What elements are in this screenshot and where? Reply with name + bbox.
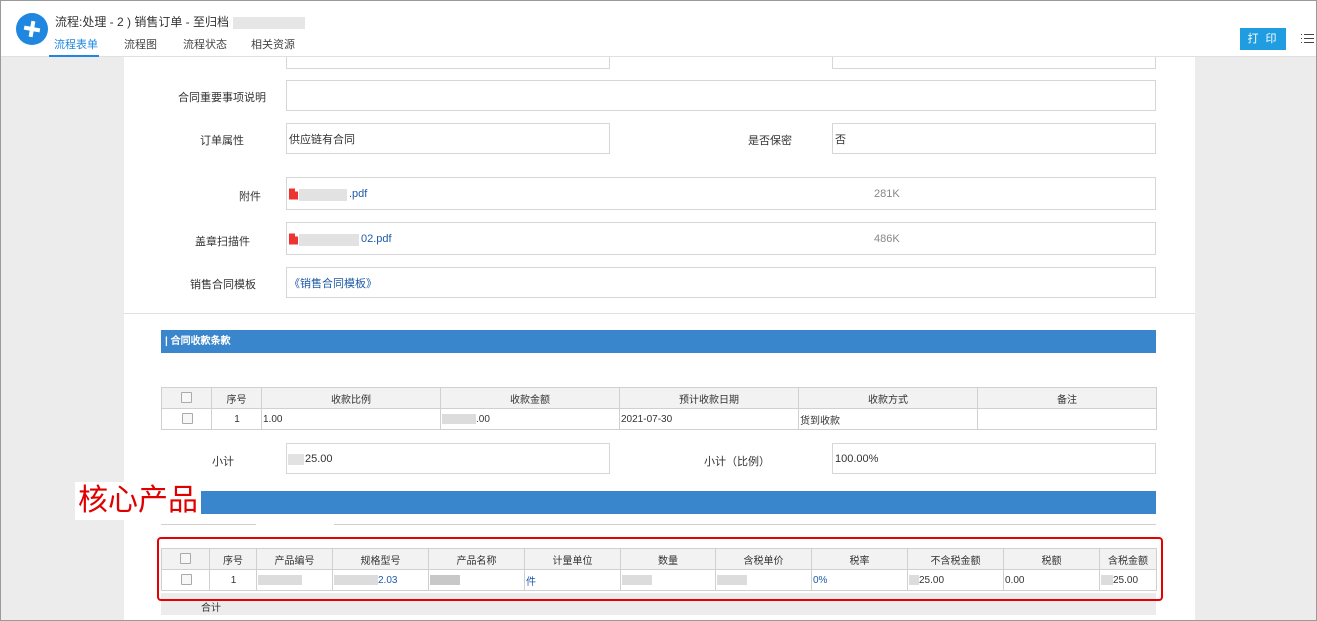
subtotal-field: 25.00 <box>286 443 610 474</box>
contract-note-field[interactable] <box>286 80 1156 111</box>
confidential-field[interactable]: 否 <box>832 123 1156 154</box>
logo-icon <box>23 20 41 38</box>
clipped-field-right <box>832 57 1156 69</box>
clipped-field-left <box>286 57 610 69</box>
tab-flow-status[interactable]: 流程状态 <box>183 36 227 52</box>
redacted-filename <box>299 234 359 246</box>
redacted-title <box>233 16 306 29</box>
payment-amount-cell: .00 <box>440 408 620 430</box>
payment-method: 货到收款 <box>798 408 978 430</box>
template-link[interactable]: 《销售合同模板》 <box>289 275 377 291</box>
payment-date: 2021-07-30 <box>619 408 799 430</box>
seal-scan-label: 盖章扫描件 <box>195 236 250 248</box>
template-field: 《销售合同模板》 <box>286 267 1156 298</box>
contract-note-label: 合同重要事项说明 <box>178 92 266 104</box>
section-divider <box>124 313 1195 314</box>
core-product-annotation: 核心产品 <box>75 482 201 520</box>
pdf-icon <box>289 233 298 244</box>
seal-scan-field: 02.pdf 486K <box>286 222 1156 255</box>
highlight-box <box>157 537 1163 601</box>
redacted-filename <box>299 189 347 201</box>
attachment-size: 281K <box>874 188 900 200</box>
print-button[interactable]: 打 印 <box>1240 28 1286 50</box>
attachment-field: .pdf 281K <box>286 177 1156 210</box>
attachment-label: 附件 <box>239 191 261 203</box>
divider <box>334 524 1156 525</box>
form-scroll-area: 合同重要事项说明 订单属性 供应链有合同 是否保密 否 附件 .pdf 281K… <box>1 57 1316 620</box>
order-attr-field[interactable]: 供应链有合同 <box>286 123 610 154</box>
column-header: 序号 <box>211 387 262 409</box>
order-attr-label: 订单属性 <box>200 135 244 147</box>
tab-related-resources[interactable]: 相关资源 <box>251 36 295 52</box>
seal-scan-link[interactable]: 02.pdf <box>361 233 392 245</box>
subtotal-label: 小计 <box>212 456 234 468</box>
table-header-row: 序号 收款比例 收款金额 预计收款日期 收款方式 备注 <box>161 387 1157 409</box>
app-header: 流程:处理 - 2 ) 销售订单 - 至归档 流程表单 流程图 流程状态 相关资… <box>1 1 1316 57</box>
column-header: 收款比例 <box>261 387 441 409</box>
payment-table: 序号 收款比例 收款金额 预计收款日期 收款方式 备注 1 1.00 .00 2… <box>161 387 1157 430</box>
payment-ratio: 1.00 <box>261 408 441 430</box>
template-label: 销售合同模板 <box>190 279 256 291</box>
payment-note <box>977 408 1157 430</box>
column-header: 预计收款日期 <box>619 387 799 409</box>
app-logo <box>16 13 48 45</box>
tab-flowchart[interactable]: 流程图 <box>124 36 157 52</box>
confidential-label: 是否保密 <box>748 135 792 147</box>
subtotal-value: 25.00 <box>305 452 333 465</box>
table-row: 1 1.00 .00 2021-07-30 货到收款 <box>161 408 1157 430</box>
column-header: 收款金额 <box>440 387 620 409</box>
tab-form[interactable]: 流程表单 <box>54 36 98 52</box>
pdf-icon <box>289 188 298 199</box>
row-select-cell <box>161 408 212 430</box>
attachment-link[interactable]: .pdf <box>349 188 367 200</box>
subtotal-ratio-value: 100.00% <box>835 452 879 465</box>
subtotal-ratio-label: 小计（比例） <box>704 456 770 468</box>
row-checkbox[interactable] <box>181 413 193 425</box>
form-paper: 合同重要事项说明 订单属性 供应链有合同 是否保密 否 附件 .pdf 281K… <box>124 57 1195 620</box>
divider <box>161 524 256 525</box>
payment-amount: .00 <box>476 413 490 425</box>
redacted-value <box>442 413 476 424</box>
select-all-cell <box>161 387 212 409</box>
total-label: 合计 <box>201 603 221 614</box>
seal-scan-size: 486K <box>874 233 900 245</box>
list-menu-icon[interactable] <box>1301 33 1314 45</box>
subtotal-ratio-field: 100.00% <box>832 443 1156 474</box>
payment-section-header: 合同收款条款 <box>161 330 1156 353</box>
product-section-header <box>161 491 1156 514</box>
column-header: 备注 <box>977 387 1157 409</box>
page-title: 流程:处理 - 2 ) 销售订单 - 至归档 <box>55 13 306 30</box>
column-header: 收款方式 <box>798 387 978 409</box>
redacted-value <box>288 454 304 465</box>
row-index: 1 <box>211 408 262 430</box>
select-all-checkbox[interactable] <box>181 392 192 404</box>
